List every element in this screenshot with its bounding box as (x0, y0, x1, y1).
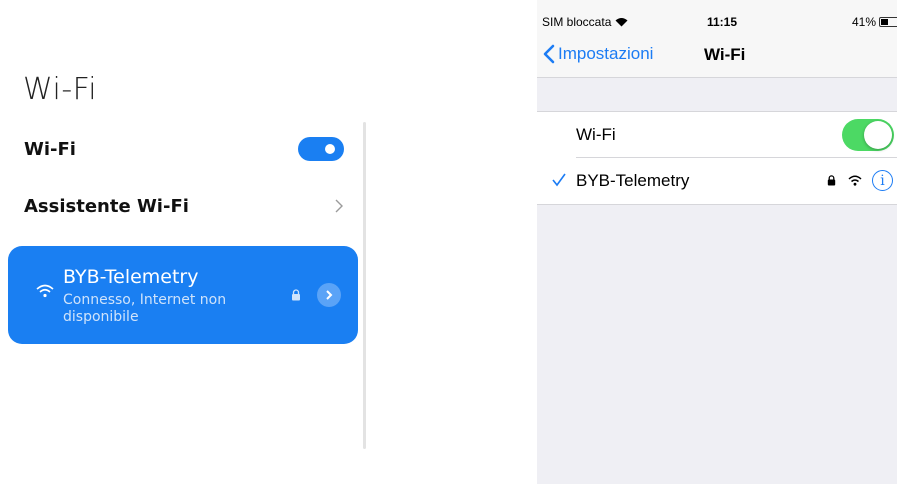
battery-icon (879, 17, 897, 27)
wifi-toggle-switch[interactable] (298, 137, 344, 161)
carrier-status: SIM bloccata (542, 15, 628, 29)
wifi-signal-icon (848, 175, 862, 186)
wifi-toggle-switch[interactable] (842, 119, 894, 151)
page-title: Wi-Fi (23, 72, 98, 107)
lock-icon (292, 289, 300, 301)
status-bar: SIM bloccata 11:15 41% (537, 0, 897, 29)
back-button-label: Impostazioni (558, 44, 654, 63)
android-wifi-settings: Wi-Fi Wi-Fi Assistente Wi-Fi BYB-Telemet… (0, 0, 370, 484)
nav-title: Wi-Fi (704, 45, 746, 64)
wifi-settings-group: Wi-Fi BYB-Telemetry i (537, 111, 897, 205)
back-button[interactable]: Impostazioni (543, 44, 653, 64)
network-ssid: BYB-Telemetry (576, 171, 690, 190)
checkmark-icon (552, 173, 566, 187)
switch-knob (864, 121, 892, 149)
status-time: 11:15 (707, 15, 738, 29)
info-button[interactable]: i (872, 170, 893, 191)
wifi-assistant-row[interactable]: Assistente Wi-Fi (24, 191, 344, 221)
toggle-knob (325, 144, 335, 154)
wifi-signal-icon (615, 18, 628, 27)
network-ssid: BYB-Telemetry (63, 266, 199, 288)
chevron-left-icon (543, 44, 555, 64)
network-details-button[interactable] (317, 283, 341, 307)
lock-icon (827, 175, 836, 186)
battery-status: 41% (852, 15, 897, 29)
connected-network-card[interactable]: BYB-Telemetry Connesso, Internet non dis… (8, 246, 358, 344)
wifi-toggle-row[interactable]: Wi-Fi (24, 134, 344, 164)
battery-percent: 41% (852, 15, 877, 29)
network-status: Connesso, Internet non disponibile (63, 292, 227, 325)
ios-wifi-settings: SIM bloccata 11:15 41% Impostazioni Wi-F… (537, 0, 897, 484)
wifi-toggle-row: Wi-Fi (537, 112, 897, 158)
chevron-right-icon (326, 290, 333, 300)
wifi-icon (36, 284, 54, 298)
wifi-toggle-label: Wi-Fi (576, 125, 616, 144)
scrollbar[interactable] (363, 122, 366, 449)
navigation-header: SIM bloccata 11:15 41% Impostazioni Wi-F… (537, 0, 897, 78)
connected-network-row[interactable]: BYB-Telemetry i (537, 158, 897, 204)
wifi-toggle-label: Wi-Fi (24, 138, 76, 160)
carrier-label: SIM bloccata (542, 15, 612, 29)
chevron-right-icon (335, 199, 343, 213)
wifi-assistant-label: Assistente Wi-Fi (24, 195, 189, 217)
